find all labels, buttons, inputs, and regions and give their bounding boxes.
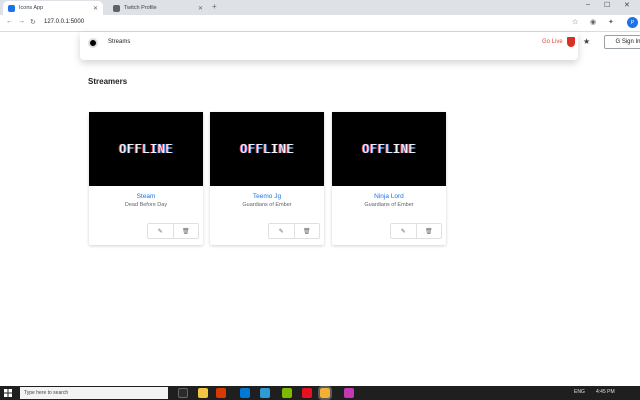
- delete-icon[interactable]: 🗑: [415, 224, 442, 238]
- edit-icon[interactable]: ✎: [391, 224, 416, 238]
- edit-icon[interactable]: ✎: [269, 224, 294, 238]
- app-icon[interactable]: [344, 388, 354, 398]
- back-arrow-icon[interactable]: ←: [6, 18, 13, 25]
- chrome-icon[interactable]: [318, 386, 332, 400]
- tab-icons-app[interactable]: Icons App ✕: [3, 1, 103, 15]
- windows-start-icon[interactable]: [4, 389, 12, 397]
- maximize-button[interactable]: ☐: [604, 1, 610, 9]
- tab-favicon-icon: [8, 4, 15, 12]
- search-input[interactable]: Streams: [108, 39, 130, 45]
- streamer-card[interactable]: OFFLINE Teemo Jg Guardians of Ember ✎ 🗑: [210, 112, 324, 245]
- go-live-link[interactable]: Go Live: [542, 39, 563, 45]
- card-actions: ✎ 🗑: [390, 223, 442, 239]
- favorite-star-icon[interactable]: ★: [583, 37, 590, 46]
- taskbar-search-placeholder: Type here to search: [24, 390, 69, 396]
- streamer-card[interactable]: OFFLINE Steam Dead Before Day ✎ 🗑: [89, 112, 203, 245]
- tab-close-icon[interactable]: ✕: [93, 5, 98, 12]
- windows-taskbar: Type here to search ENG 4:45 PM: [0, 386, 640, 400]
- stream-thumbnail[interactable]: OFFLINE: [89, 112, 203, 186]
- task-view-icon[interactable]: [178, 388, 188, 398]
- tab-favicon-icon: [113, 4, 120, 12]
- offline-label: OFFLINE: [361, 142, 417, 156]
- streamer-card[interactable]: OFFLINE Ninja Lord Guardians of Ember ✎ …: [332, 112, 446, 245]
- reload-icon[interactable]: ↻: [30, 18, 36, 26]
- tab-close-icon[interactable]: ✕: [198, 5, 203, 12]
- sign-in-button[interactable]: G Sign In: [604, 35, 640, 49]
- tab-twitch-profile[interactable]: Twitch Profile ✕: [108, 1, 208, 15]
- extension-icon[interactable]: ◉: [590, 18, 596, 26]
- section-title: Streamers: [88, 77, 128, 86]
- extensions-puzzle-icon[interactable]: ✦: [608, 18, 614, 26]
- offline-label: OFFLINE: [239, 142, 295, 156]
- search-header: Streams Go Live ★ G Sign In: [80, 32, 640, 60]
- streamer-game: Guardians of Ember: [364, 202, 414, 208]
- mail-icon[interactable]: [240, 388, 250, 398]
- app-icon[interactable]: [302, 388, 312, 398]
- edit-icon[interactable]: ✎: [148, 224, 173, 238]
- delete-icon[interactable]: 🗑: [293, 224, 320, 238]
- stream-thumbnail[interactable]: OFFLINE: [210, 112, 324, 186]
- new-tab-button[interactable]: +: [212, 2, 217, 11]
- card-actions: ✎ 🗑: [147, 223, 199, 239]
- streamer-game: Guardians of Ember: [242, 202, 292, 208]
- minimize-button[interactable]: –: [586, 1, 590, 8]
- site-logo-icon[interactable]: [88, 38, 98, 48]
- taskbar-search-input[interactable]: Type here to search: [20, 387, 168, 399]
- browser-toolbar: ← → ↻ 127.0.0.1:5000 ☆ ◉ ✦ P: [0, 15, 640, 32]
- streamer-name-link[interactable]: Teemo Jg: [210, 193, 324, 200]
- delete-icon[interactable]: 🗑: [172, 224, 199, 238]
- tab-label: Twitch Profile: [124, 5, 157, 11]
- address-bar[interactable]: 127.0.0.1:5000: [44, 19, 84, 25]
- forward-arrow-icon[interactable]: →: [18, 18, 25, 25]
- profile-avatar[interactable]: P: [627, 17, 638, 28]
- edge-icon[interactable]: [260, 388, 270, 398]
- offline-label: OFFLINE: [118, 142, 174, 156]
- file-explorer-icon[interactable]: [198, 388, 208, 398]
- app-icon[interactable]: [216, 388, 226, 398]
- close-window-button[interactable]: ✕: [624, 1, 630, 9]
- stream-thumbnail[interactable]: OFFLINE: [332, 112, 446, 186]
- shield-icon[interactable]: [567, 37, 575, 47]
- tab-label: Icons App: [19, 5, 44, 11]
- streamer-name-link[interactable]: Ninja Lord: [332, 193, 446, 200]
- streamer-name-link[interactable]: Steam: [89, 193, 203, 200]
- store-icon[interactable]: [282, 388, 292, 398]
- clock[interactable]: 4:45 PM: [596, 389, 615, 395]
- browser-tab-strip: Icons App ✕ Twitch Profile ✕ + – ☐ ✕: [0, 0, 640, 15]
- language-indicator[interactable]: ENG: [574, 389, 585, 395]
- bookmark-star-icon[interactable]: ☆: [572, 18, 578, 26]
- card-actions: ✎ 🗑: [268, 223, 320, 239]
- streamer-game: Dead Before Day: [124, 202, 168, 208]
